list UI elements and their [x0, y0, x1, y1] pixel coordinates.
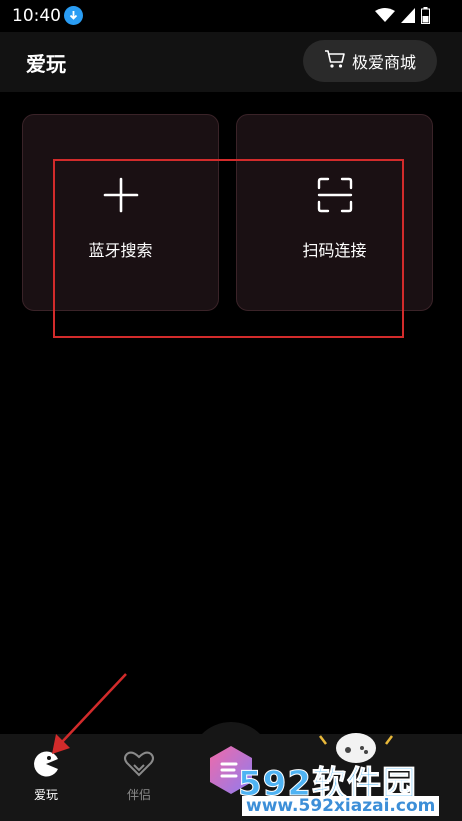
nav-label-aiwan: 爱玩: [33, 788, 58, 802]
status-icons: [375, 7, 430, 28]
status-bar: 10:40: [0, 0, 462, 32]
mall-button[interactable]: 极爱商城: [303, 40, 437, 82]
pacman-icon: [32, 751, 60, 782]
nav-label-banlv: 伴侣: [126, 788, 151, 802]
double-heart-icon: [123, 751, 155, 782]
page-title: 爱玩: [26, 52, 66, 76]
wifi-icon: [375, 8, 395, 27]
status-time: 10:40: [12, 6, 61, 26]
scan-icon: [317, 177, 353, 217]
battery-icon: [421, 7, 430, 28]
app-screen: 10:40 爱玩 极爱商城 蓝牙搜索 扫码连接 爱玩 伴侣 592软件园 www…: [0, 0, 462, 821]
scan-connect-card[interactable]: 扫码连接: [236, 114, 433, 311]
plus-icon: [103, 177, 139, 217]
bluetooth-search-card[interactable]: 蓝牙搜索: [22, 114, 219, 311]
mall-button-label: 极爱商城: [351, 53, 416, 72]
app-header: 爱玩 极爱商城: [0, 32, 462, 92]
watermark-url: www.592xiazai.com: [242, 796, 440, 816]
download-icon: [64, 6, 83, 25]
nav-item-aiwan[interactable]: 爱玩: [16, 750, 76, 803]
bluetooth-search-label: 蓝牙搜索: [88, 241, 153, 260]
nav-item-banlv[interactable]: 伴侣: [109, 750, 169, 803]
signal-icon: [401, 8, 415, 27]
watermark: 592软件园 www.592xiazai.com: [238, 756, 460, 818]
scan-connect-label: 扫码连接: [302, 241, 367, 260]
cart-icon: [324, 49, 346, 73]
